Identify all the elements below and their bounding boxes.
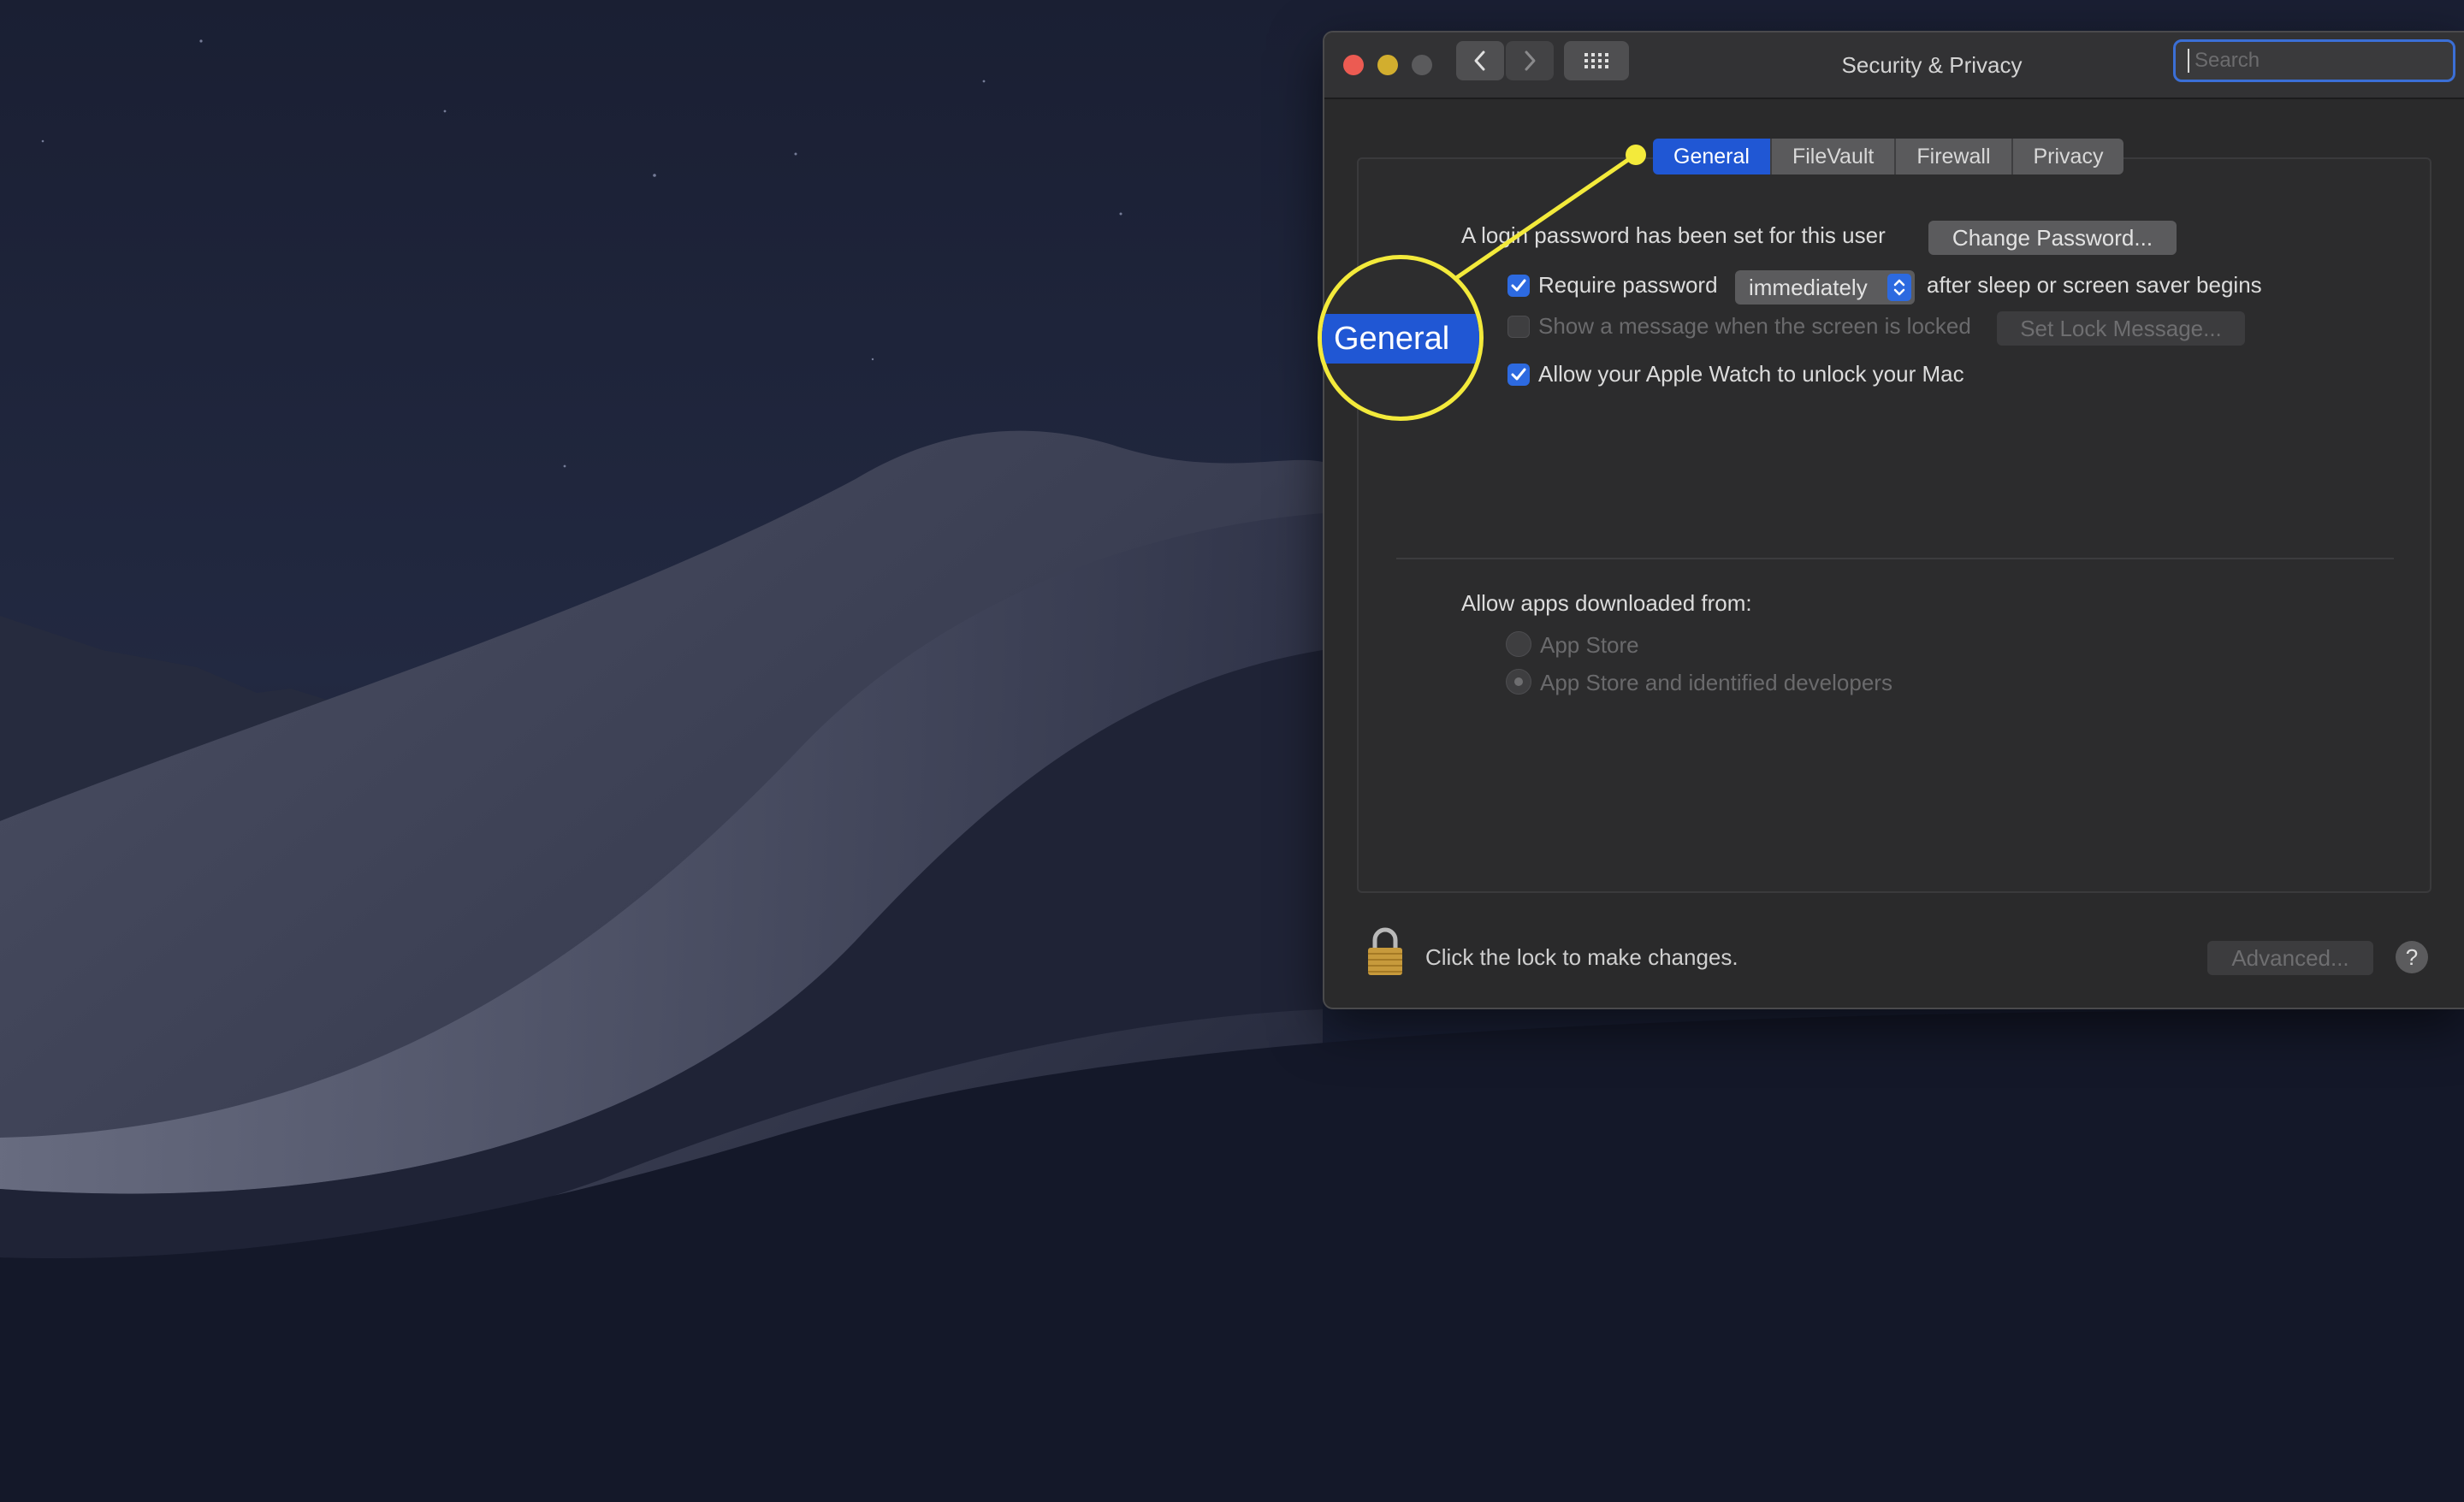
grid-icon: [1584, 53, 1608, 68]
allow-apps-heading: Allow apps downloaded from:: [1461, 590, 1752, 616]
change-password-button[interactable]: Change Password...: [1928, 221, 2177, 255]
show-all-button[interactable]: [1564, 41, 1629, 80]
show-message-label: Show a message when the screen is locked: [1538, 313, 1971, 339]
require-password-checkbox[interactable]: [1507, 275, 1530, 297]
radio-app-store[interactable]: [1506, 631, 1531, 657]
tab-filevault[interactable]: FileVault: [1771, 139, 1897, 174]
minimize-button[interactable]: [1377, 55, 1398, 75]
popup-arrows-icon: [1887, 274, 1911, 301]
tab-privacy[interactable]: Privacy: [2012, 139, 2124, 174]
back-button[interactable]: [1456, 41, 1504, 80]
require-password-delay-popup[interactable]: immediately: [1735, 270, 1915, 305]
callout-magnifier: General: [1318, 255, 1484, 421]
search-input[interactable]: [2188, 49, 2460, 73]
zoom-button[interactable]: [1412, 55, 1432, 75]
section-divider: [1396, 558, 2394, 559]
callout-magnified-tab: General: [1322, 314, 1479, 364]
checkmark-icon: [1511, 368, 1526, 381]
login-password-text: A login password has been set for this u…: [1461, 222, 1886, 248]
lock-icon[interactable]: [1365, 925, 1405, 977]
radio-selected-dot: [1514, 677, 1523, 686]
set-lock-message-button[interactable]: Set Lock Message...: [1997, 311, 2245, 346]
apple-watch-checkbox[interactable]: [1507, 364, 1530, 386]
radio-app-store-identified-label: App Store and identified developers: [1540, 670, 1892, 695]
apple-watch-label: Allow your Apple Watch to unlock your Ma…: [1538, 361, 1964, 387]
advanced-button[interactable]: Advanced...: [2207, 941, 2373, 975]
radio-app-store-label: App Store: [1540, 632, 1639, 658]
tab-bar: General FileVault Firewall Privacy: [1653, 139, 2124, 174]
radio-app-store-identified[interactable]: [1506, 669, 1531, 695]
checkmark-icon: [1511, 279, 1526, 292]
title-bar: Security & Privacy: [1324, 33, 2464, 99]
search-field[interactable]: [2173, 39, 2460, 82]
lock-status-text: Click the lock to make changes.: [1425, 944, 1738, 970]
close-button[interactable]: [1343, 55, 1364, 75]
help-button[interactable]: ?: [2396, 941, 2428, 973]
show-message-checkbox[interactable]: [1507, 316, 1530, 338]
security-privacy-window: Security & Privacy General FileVault Fir…: [1323, 31, 2464, 1009]
chevron-right-icon: [1525, 50, 1536, 71]
forward-button[interactable]: [1506, 41, 1554, 80]
window-title: Security & Privacy: [1841, 52, 2023, 78]
require-password-delay-value: immediately: [1749, 275, 1868, 300]
tab-general[interactable]: General: [1653, 139, 1772, 174]
require-password-suffix: after sleep or screen saver begins: [1927, 272, 2262, 298]
general-panel: [1357, 157, 2431, 893]
require-password-label: Require password: [1538, 272, 1718, 298]
chevron-left-icon: [1474, 50, 1485, 71]
tab-firewall[interactable]: Firewall: [1896, 139, 2013, 174]
